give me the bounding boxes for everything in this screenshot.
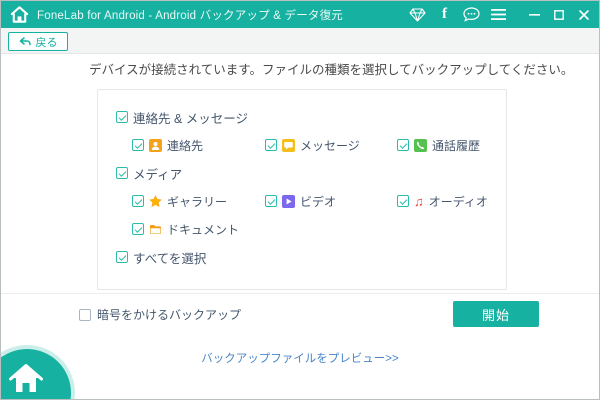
titlebar: FoneLab for Android - Android バックアップ & デ…	[1, 1, 599, 28]
audio-icon: ♫	[414, 193, 424, 209]
backup-type-documents[interactable]: ドキュメント	[132, 221, 265, 238]
documents-icon	[150, 224, 161, 234]
encrypt-label: 暗号をかけるバックアップ	[97, 308, 242, 322]
encrypt-backup-option[interactable]: 暗号をかけるバックアップ	[79, 306, 241, 323]
checkbox[interactable]	[116, 111, 128, 123]
gallery-icon	[149, 194, 162, 207]
toolbar-strip: 戻る	[1, 28, 599, 54]
checkbox[interactable]	[116, 251, 128, 263]
window-title: FoneLab for Android - Android バックアップ & デ…	[37, 9, 343, 22]
group-label: 連絡先 & メッセージ	[133, 111, 249, 126]
checkbox[interactable]	[116, 167, 128, 179]
select-all-row[interactable]: すべてを選択	[116, 249, 488, 266]
checkbox[interactable]	[132, 195, 144, 207]
preview-backup-link[interactable]: バックアップファイルをプレビュー>>	[1, 350, 599, 366]
select-all-label: すべてを選択	[133, 251, 207, 266]
maximize-button[interactable]	[552, 7, 566, 23]
backup-type-label: ビデオ	[300, 194, 337, 209]
checkbox[interactable]	[265, 139, 277, 151]
backup-type-label: メッセージ	[300, 138, 360, 153]
checkbox[interactable]	[132, 223, 144, 235]
back-button[interactable]: 戻る	[8, 32, 68, 51]
checkbox[interactable]	[397, 195, 409, 207]
backup-type-gallery[interactable]: ギャラリー	[132, 193, 265, 210]
minimize-button[interactable]	[527, 7, 541, 23]
backup-type-label: 通話履歴	[432, 138, 481, 153]
home-icon	[10, 6, 29, 23]
app-window: FoneLab for Android - Android バックアップ & デ…	[0, 0, 600, 400]
backup-type-label: オーディオ	[428, 194, 488, 209]
back-label: 戻る	[35, 36, 58, 49]
group-contacts-messages[interactable]: 連絡先 & メッセージ	[116, 109, 488, 126]
status-message: デバイスが接続されています。ファイルの種類を選択してバックアップしてください。	[89, 63, 574, 77]
checkbox[interactable]	[132, 139, 144, 151]
group-media[interactable]: メディア	[116, 165, 488, 182]
backup-type-video[interactable]: ビデオ	[265, 193, 397, 210]
section-divider	[1, 293, 599, 294]
menu-icon[interactable]	[490, 6, 507, 23]
backup-type-label: 連絡先	[167, 138, 204, 153]
backup-type-label: ギャラリー	[167, 194, 228, 209]
checkbox[interactable]	[79, 308, 91, 321]
backup-type-audio[interactable]: ♫ オーディオ	[397, 193, 488, 210]
call-history-icon	[414, 138, 427, 152]
backup-type-contacts[interactable]: 連絡先	[132, 137, 265, 154]
contacts-icon	[149, 138, 162, 152]
back-arrow-icon	[19, 36, 31, 45]
facebook-icon[interactable]: f	[436, 6, 453, 23]
checkbox[interactable]	[397, 139, 409, 151]
close-button[interactable]	[577, 7, 591, 23]
gem-icon[interactable]	[409, 6, 426, 23]
backup-type-label: ドキュメント	[167, 222, 240, 237]
group-label: メディア	[133, 167, 183, 182]
messages-icon	[282, 138, 295, 152]
video-icon	[282, 194, 295, 208]
start-button[interactable]: 開始	[453, 301, 539, 327]
checkbox[interactable]	[265, 195, 277, 207]
backup-type-messages[interactable]: メッセージ	[265, 137, 397, 154]
backup-types-panel: 連絡先 & メッセージ 連絡先 メッセージ 通話履歴 メディア ギャラリー ビデ…	[97, 89, 507, 290]
feedback-icon[interactable]	[463, 6, 480, 23]
backup-type-call-history[interactable]: 通話履歴	[397, 137, 480, 154]
home-icon	[9, 364, 43, 392]
